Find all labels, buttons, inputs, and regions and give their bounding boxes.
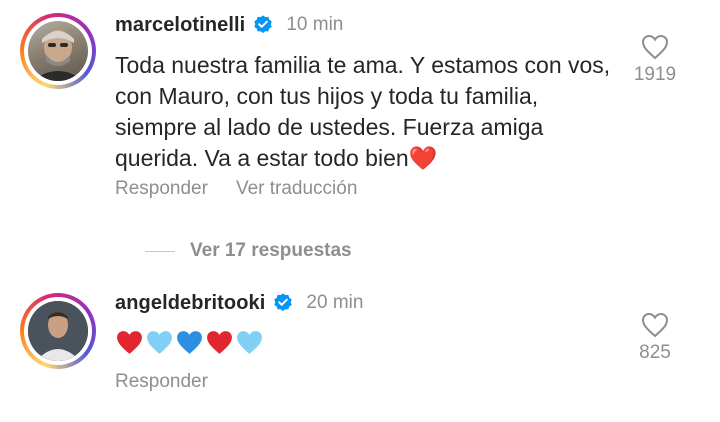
- like-control: 825: [625, 312, 685, 364]
- light-blue-heart-icon: [237, 331, 262, 354]
- reply-button[interactable]: Responder: [115, 178, 208, 200]
- comment-header: angeldebritooki 20 min: [115, 288, 363, 318]
- heart-icon[interactable]: [641, 34, 669, 60]
- like-count: 1919: [633, 64, 677, 85]
- like-control: 1919: [625, 34, 685, 86]
- avatar[interactable]: [20, 293, 96, 369]
- username[interactable]: marcelotinelli: [115, 14, 245, 37]
- reply-button[interactable]: Responder: [115, 371, 208, 393]
- comment-actions: Responder: [115, 371, 208, 393]
- comment-header: marcelotinelli 10 min: [115, 10, 343, 40]
- translate-button[interactable]: Ver traducción: [236, 178, 357, 200]
- blue-heart-icon: [177, 331, 202, 354]
- verified-badge-icon: [274, 293, 293, 311]
- light-blue-heart-icon: [147, 331, 172, 354]
- red-heart-icon: [117, 331, 142, 354]
- comment: angeldebritooki 20 min Responder 825: [0, 280, 720, 420]
- username[interactable]: angeldebritooki: [115, 292, 265, 315]
- comment-emojis: [115, 329, 264, 356]
- timestamp: 20 min: [306, 292, 364, 313]
- avatar[interactable]: [20, 13, 96, 89]
- verified-badge-icon: [254, 15, 273, 33]
- comment: marcelotinelli 10 min Toda nuestra famil…: [0, 0, 720, 261]
- comment-actions: Responder Ver traducción: [115, 178, 357, 200]
- view-replies-label[interactable]: Ver 17 respuestas: [190, 240, 352, 262]
- comment-text: Toda nuestra familia te ama. Y estamos c…: [115, 52, 611, 171]
- heart-icon[interactable]: [641, 312, 669, 338]
- timestamp: 10 min: [286, 14, 344, 35]
- like-count: 825: [639, 342, 671, 363]
- view-replies[interactable]: Ver 17 respuestas: [145, 240, 352, 262]
- red-heart-icon: [207, 331, 232, 354]
- replies-divider: [145, 250, 175, 252]
